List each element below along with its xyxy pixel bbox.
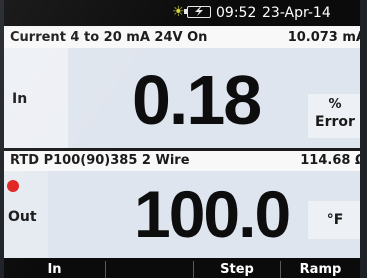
status-bar: ☀ 09:52 23-Apr-14 <box>4 0 360 26</box>
measure-secondary-reading: 10.073 mA <box>287 30 360 45</box>
source-config-label: RTD P100(90)385 2 Wire <box>10 153 190 168</box>
sun-icon: ☀ <box>172 4 185 20</box>
source-config-row[interactable]: RTD P100(90)385 2 Wire 114.68 Ω <box>4 151 360 171</box>
measure-unit-symbol: % <box>328 97 342 112</box>
battery-charging-icon <box>184 6 211 18</box>
softkey-bar: In Step Ramp <box>4 258 360 278</box>
measure-unit-label: Error <box>315 114 355 130</box>
softkey-1[interactable]: In <box>4 261 105 278</box>
device-screen: ☀ 09:52 23-Apr-14 Current 4 to 20 mA 24V… <box>4 0 360 278</box>
softkey-2[interactable] <box>105 261 193 278</box>
source-panel: Out 100.0 °F <box>4 171 360 258</box>
clock-time: 09:52 <box>216 5 257 21</box>
softkey-4[interactable]: Ramp <box>280 261 360 278</box>
measure-unit-box[interactable]: % Error <box>308 94 360 138</box>
measure-side-label: In <box>4 48 68 148</box>
measure-config-label: Current 4 to 20 mA 24V On <box>10 30 208 45</box>
source-active-indicator <box>7 180 19 192</box>
measure-primary-value: 0.18 <box>132 61 262 139</box>
source-secondary-reading: 114.68 Ω <box>300 153 360 168</box>
source-unit-box[interactable]: °F <box>308 201 360 239</box>
measure-panel: In 0.18 % Error <box>4 48 360 148</box>
measure-config-row[interactable]: Current 4 to 20 mA 24V On 10.073 mA <box>4 28 360 48</box>
softkey-3[interactable]: Step <box>193 261 280 278</box>
device-bezel: ☀ 09:52 23-Apr-14 Current 4 to 20 mA 24V… <box>0 0 367 278</box>
clock-date: 23-Apr-14 <box>262 5 331 21</box>
source-primary-value: 100.0 <box>134 177 291 251</box>
